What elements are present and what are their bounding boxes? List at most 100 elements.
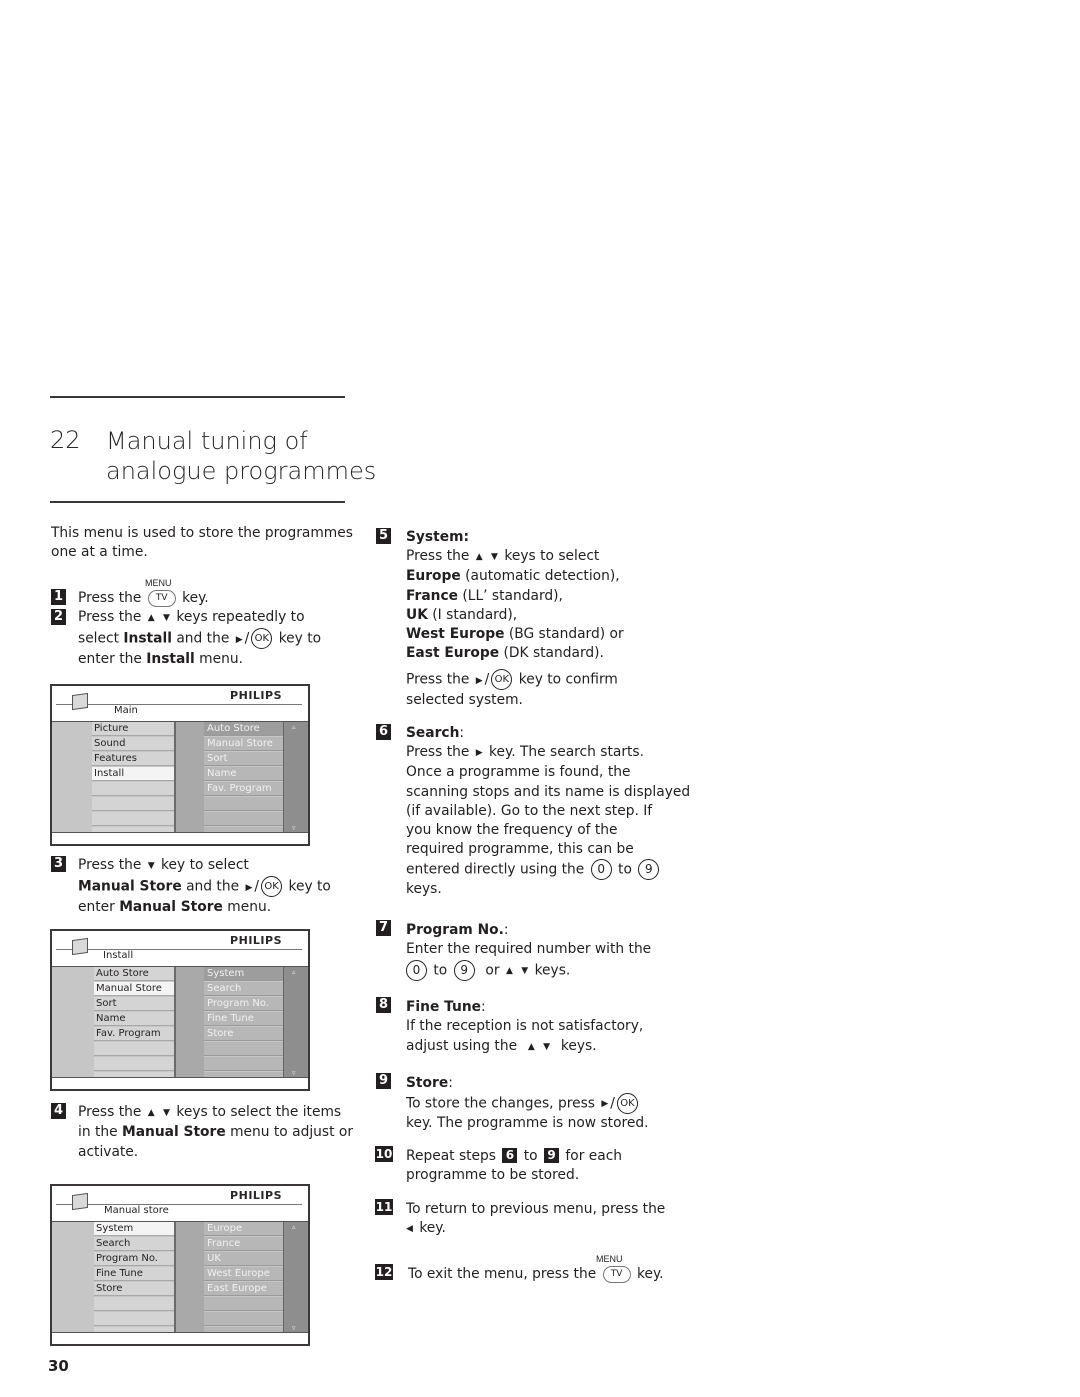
menu-item-selected[interactable]: Install	[92, 767, 174, 781]
menu-left-list: Picture Sound Features Install	[92, 722, 174, 841]
submenu-item[interactable]: Manual Store	[204, 737, 284, 751]
submenu-item[interactable]: System	[204, 967, 284, 981]
submenu-item[interactable]: Europe	[204, 1222, 284, 1236]
up-arrow-icon: ▲	[527, 1041, 535, 1052]
submenu-item[interactable]: Fav. Program	[204, 782, 284, 796]
menu-item-selected[interactable]: System	[94, 1222, 174, 1236]
tv-icon	[72, 1192, 88, 1211]
scrollbar[interactable]: ▵ ▿	[283, 722, 308, 833]
scrollbar[interactable]: ▵ ▿	[283, 1222, 308, 1333]
step-number-3: 3	[51, 856, 66, 872]
scroll-up-icon[interactable]: ▵	[292, 1223, 296, 1231]
ok-key-icon: OK	[616, 1092, 638, 1114]
digit-0-key-icon: 0	[406, 959, 427, 981]
menu-item-empty	[94, 1297, 174, 1311]
menu-item-empty	[92, 797, 174, 811]
brand-logo: PHILIPS	[230, 1189, 282, 1202]
submenu-item[interactable]: East Europe	[204, 1282, 284, 1296]
menu-item-empty	[94, 1042, 174, 1056]
scrollbar[interactable]: ▵ ▿	[283, 967, 308, 1078]
menu-item[interactable]: Fine Tune	[94, 1267, 174, 1281]
step-number-12: 12	[375, 1264, 393, 1280]
up-arrow-icon: ▲	[147, 613, 155, 623]
menu-item[interactable]: Program No.	[94, 1252, 174, 1266]
tv-menu-screen-main: PHILIPS Main Picture Sound Features Inst…	[50, 684, 310, 846]
tv-menu-screen-install: PHILIPS Install Auto Store Manual Store …	[50, 929, 310, 1091]
menu-item-empty	[94, 1057, 174, 1071]
right-arrow-icon: ▶	[601, 1099, 609, 1109]
menu-item-selected[interactable]: Manual Store	[94, 982, 174, 996]
step-1-text: Press the TV key.	[78, 589, 209, 607]
menu-item[interactable]: Features	[92, 752, 174, 766]
menu-item-empty	[94, 1312, 174, 1326]
step-heading: Store	[406, 1075, 449, 1091]
submenu-item-empty	[204, 1297, 284, 1311]
step-5-text: System: Press the ▲ ▼ keys to select Eur…	[406, 529, 624, 709]
step-7-text: Program No.: Enter the required number w…	[406, 921, 651, 982]
menu-breadcrumb: Install	[103, 950, 134, 961]
submenu-item[interactable]: Search	[204, 982, 284, 996]
step-heading: System:	[406, 529, 469, 545]
menu-item[interactable]: Auto Store	[94, 967, 174, 981]
step-number-2: 2	[51, 609, 66, 625]
up-arrow-icon: ▲	[475, 552, 483, 563]
right-arrow-icon: ▶	[475, 675, 483, 686]
digit-9-key-icon: 9	[638, 859, 660, 881]
submenu-item[interactable]: UK	[204, 1252, 284, 1266]
menu-item[interactable]: Search	[94, 1237, 174, 1251]
menu-breadcrumb: Main	[114, 705, 138, 716]
menu-item[interactable]: Name	[94, 1012, 174, 1026]
menu-right-list: System Search Program No. Fine Tune Stor…	[204, 967, 284, 1086]
menu-item[interactable]: Sort	[94, 997, 174, 1011]
submenu-item[interactable]: Auto Store	[204, 722, 284, 736]
step-4-text: Press the ▲ ▼ keys to select the items i…	[78, 1104, 354, 1160]
menu-item[interactable]: Store	[94, 1282, 174, 1296]
step-heading: Program No.	[406, 922, 504, 938]
menu-item[interactable]: Sound	[92, 737, 174, 751]
submenu-item[interactable]: Store	[204, 1027, 284, 1041]
step-number-1: 1	[51, 589, 66, 605]
down-arrow-icon: ▼	[491, 552, 498, 563]
ok-key-icon: OK	[251, 628, 273, 650]
tv-menu-key-icon: TV	[602, 1265, 631, 1283]
scroll-up-icon[interactable]: ▵	[292, 968, 296, 976]
menu-item[interactable]: Fav. Program	[94, 1027, 174, 1041]
menu-item-empty	[92, 812, 174, 826]
submenu-item[interactable]: Fine Tune	[204, 1012, 284, 1026]
scroll-down-icon[interactable]: ▿	[292, 824, 296, 832]
scroll-up-icon[interactable]: ▵	[292, 723, 296, 731]
tv-icon	[72, 692, 88, 711]
step-9-text: Store: To store the changes, press ▶ / OK …	[406, 1075, 649, 1131]
right-arrow-icon: ▶	[245, 882, 253, 893]
section-title-line1: Manual tuning of	[106, 427, 308, 455]
submenu-item[interactable]: West Europe	[204, 1267, 284, 1281]
menu-key-label: MENU	[596, 1254, 623, 1264]
submenu-item[interactable]: France	[204, 1237, 284, 1251]
menu-left-list: Auto Store Manual Store Sort Name Fav. P…	[94, 967, 174, 1086]
left-arrow-icon: ◀	[406, 1224, 413, 1235]
right-arrow-icon: ▶	[235, 634, 243, 645]
step-number-6: 6	[376, 724, 391, 740]
tv-icon	[72, 937, 88, 956]
step-number-8: 8	[376, 997, 391, 1013]
step-ref-9: 9	[544, 1148, 560, 1163]
menu-item[interactable]: Picture	[92, 722, 174, 736]
scroll-down-icon[interactable]: ▿	[292, 1069, 296, 1077]
menu-key-label: MENU	[145, 578, 172, 588]
step-ref-6: 6	[502, 1148, 518, 1163]
menu-right-list: Auto Store Manual Store Sort Name Fav. P…	[204, 722, 284, 841]
submenu-item[interactable]: Program No.	[204, 997, 284, 1011]
section-title-line2: analogue programmes	[106, 457, 377, 485]
section-title: Manual tuning of analogue programmes	[106, 426, 376, 486]
down-arrow-icon: ▼	[521, 966, 529, 977]
submenu-item[interactable]: Name	[204, 767, 284, 781]
submenu-item-empty	[204, 1042, 284, 1056]
step-heading: Search	[406, 725, 460, 741]
step-number-7: 7	[376, 920, 391, 936]
step-11-text: To return to previous menu, press the ◀ …	[406, 1200, 665, 1239]
ok-key-icon: OK	[261, 876, 283, 898]
submenu-item[interactable]: Sort	[204, 752, 284, 766]
step-10-text: Repeat steps 6 to 9 for each programme t…	[406, 1148, 623, 1183]
scroll-down-icon[interactable]: ▿	[292, 1324, 296, 1332]
submenu-item-empty	[204, 797, 284, 811]
